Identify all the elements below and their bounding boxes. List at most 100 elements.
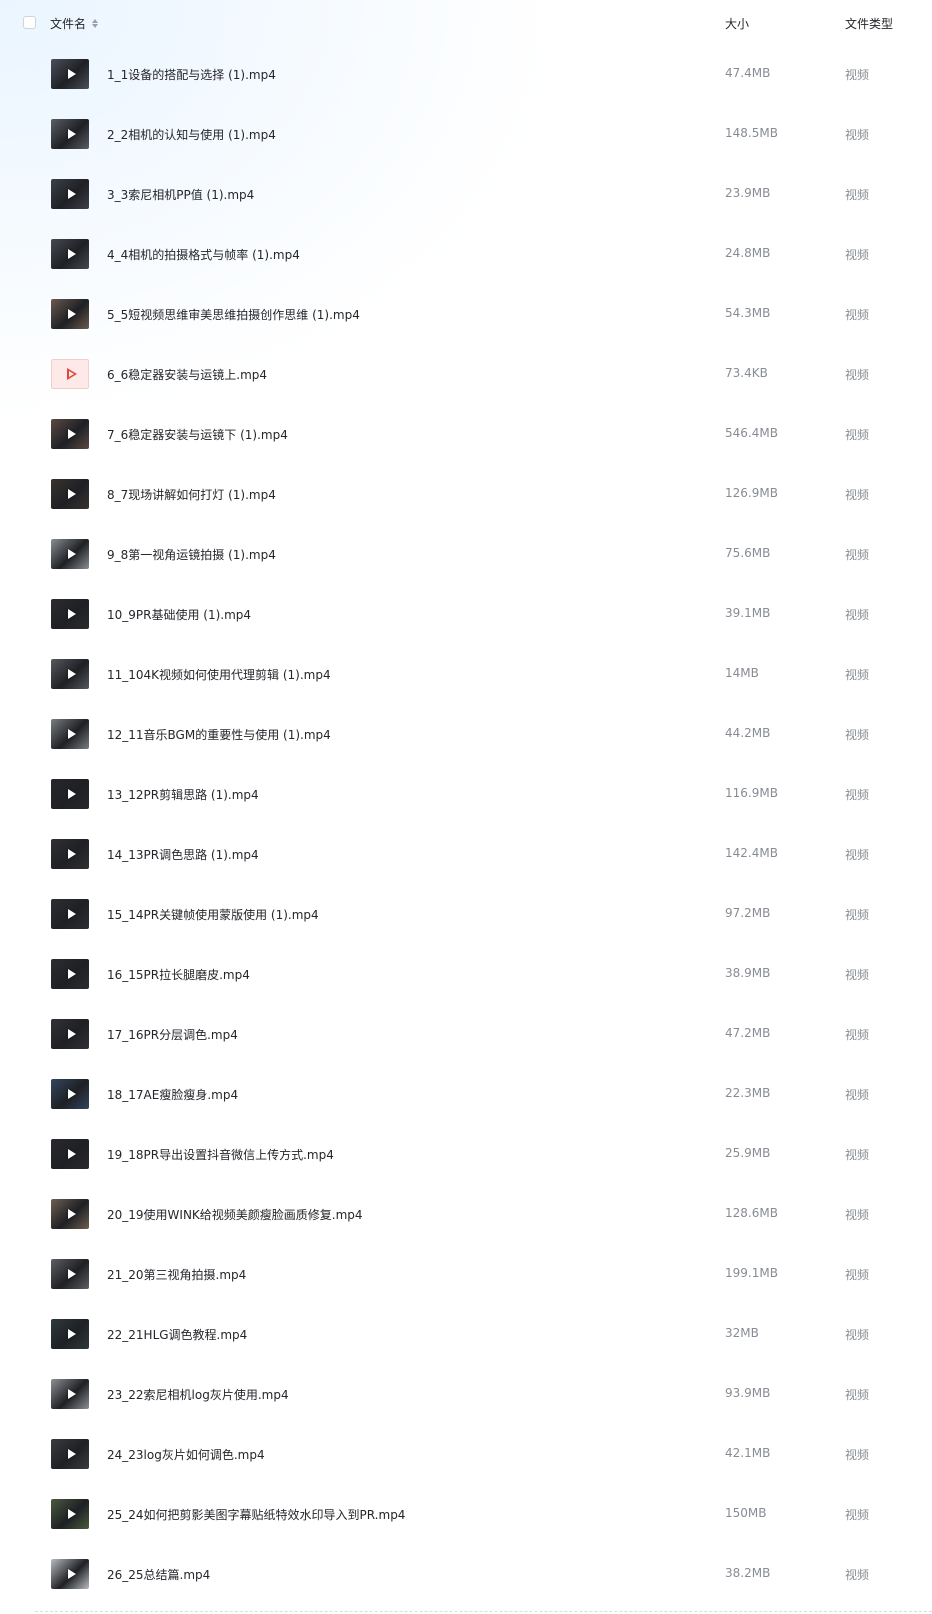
table-row[interactable]: 15_14PR关键帧使用蒙版使用 (1).mp4 97.2MB 视频 bbox=[0, 886, 932, 946]
file-name[interactable]: 11_104K视频如何使用代理剪辑 (1).mp4 bbox=[107, 666, 331, 683]
file-name[interactable]: 13_12PR剪辑思路 (1).mp4 bbox=[107, 786, 259, 803]
table-row[interactable]: 22_21HLG调色教程.mp4 32MB 视频 bbox=[0, 1306, 932, 1366]
video-thumbnail[interactable] bbox=[51, 719, 89, 749]
video-thumbnail[interactable] bbox=[51, 1319, 89, 1349]
file-name[interactable]: 25_24如何把剪影美图字幕贴纸特效水印导入到PR.mp4 bbox=[107, 1506, 405, 1523]
video-thumbnail[interactable] bbox=[51, 1379, 89, 1409]
column-header-name-label: 文件名 bbox=[50, 17, 87, 31]
video-thumbnail[interactable] bbox=[51, 839, 89, 869]
video-thumbnail[interactable] bbox=[51, 1139, 89, 1169]
table-row[interactable]: 5_5短视频思维审美思维拍摄创作思维 (1).mp4 54.3MB 视频 bbox=[0, 286, 932, 346]
play-icon bbox=[67, 489, 76, 499]
file-name[interactable]: 26_25总结篇.mp4 bbox=[107, 1566, 210, 1583]
table-row[interactable]: 10_9PR基础使用 (1).mp4 39.1MB 视频 bbox=[0, 586, 932, 646]
video-thumbnail[interactable] bbox=[51, 479, 89, 509]
table-row[interactable]: 2_2相机的认知与使用 (1).mp4 148.5MB 视频 bbox=[0, 106, 932, 166]
table-row[interactable]: 12_11音乐BGM的重要性与使用 (1).mp4 44.2MB 视频 bbox=[0, 706, 932, 766]
table-row[interactable]: 21_20第三视角拍摄.mp4 199.1MB 视频 bbox=[0, 1246, 932, 1306]
table-row[interactable]: 26_25总结篇.mp4 38.2MB 视频 bbox=[0, 1546, 932, 1606]
file-name[interactable]: 2_2相机的认知与使用 (1).mp4 bbox=[107, 126, 276, 143]
file-name[interactable]: 15_14PR关键帧使用蒙版使用 (1).mp4 bbox=[107, 906, 319, 923]
video-thumbnail[interactable] bbox=[51, 239, 89, 269]
column-header-size[interactable]: 大小 bbox=[725, 15, 749, 32]
file-name[interactable]: 6_6稳定器安装与运镜上.mp4 bbox=[107, 366, 267, 383]
video-thumbnail[interactable] bbox=[51, 179, 89, 209]
table-row[interactable]: 13_12PR剪辑思路 (1).mp4 116.9MB 视频 bbox=[0, 766, 932, 826]
table-row[interactable]: 18_17AE瘦脸瘦身.mp4 22.3MB 视频 bbox=[0, 1066, 932, 1126]
file-type: 视频 bbox=[845, 608, 870, 622]
file-size: 126.9MB bbox=[725, 486, 778, 500]
video-thumbnail[interactable] bbox=[51, 1499, 89, 1529]
table-row[interactable]: 3_3索尼相机PP值 (1).mp4 23.9MB 视频 bbox=[0, 166, 932, 226]
video-file-icon[interactable] bbox=[51, 359, 89, 389]
file-name[interactable]: 12_11音乐BGM的重要性与使用 (1).mp4 bbox=[107, 726, 331, 743]
file-name[interactable]: 20_19使用WINK给视频美颜瘦脸画质修复.mp4 bbox=[107, 1206, 363, 1223]
video-thumbnail[interactable] bbox=[51, 539, 89, 569]
table-row[interactable]: 9_8第一视角运镜拍摄 (1).mp4 75.6MB 视频 bbox=[0, 526, 932, 586]
video-thumbnail[interactable] bbox=[51, 419, 89, 449]
video-thumbnail[interactable] bbox=[51, 1559, 89, 1589]
file-name[interactable]: 5_5短视频思维审美思维拍摄创作思维 (1).mp4 bbox=[107, 306, 360, 323]
file-name[interactable]: 14_13PR调色思路 (1).mp4 bbox=[107, 846, 259, 863]
file-size: 14MB bbox=[725, 666, 759, 680]
video-thumbnail[interactable] bbox=[51, 59, 89, 89]
sort-icon[interactable] bbox=[92, 19, 99, 28]
file-name[interactable]: 7_6稳定器安装与运镜下 (1).mp4 bbox=[107, 426, 288, 443]
file-name[interactable]: 17_16PR分层调色.mp4 bbox=[107, 1026, 238, 1043]
file-size: 73.4KB bbox=[725, 366, 768, 380]
select-all-checkbox[interactable] bbox=[23, 16, 36, 29]
file-name[interactable]: 3_3索尼相机PP值 (1).mp4 bbox=[107, 186, 254, 203]
video-thumbnail[interactable] bbox=[51, 1079, 89, 1109]
file-name[interactable]: 19_18PR导出设置抖音微信上传方式.mp4 bbox=[107, 1146, 334, 1163]
video-thumbnail[interactable] bbox=[51, 1439, 89, 1469]
table-row[interactable]: 4_4相机的拍摄格式与帧率 (1).mp4 24.8MB 视频 bbox=[0, 226, 932, 286]
file-name[interactable]: 23_22索尼相机log灰片使用.mp4 bbox=[107, 1386, 289, 1403]
file-size: 148.5MB bbox=[725, 126, 778, 140]
file-name[interactable]: 8_7现场讲解如何打灯 (1).mp4 bbox=[107, 486, 276, 503]
file-name[interactable]: 1_1设备的搭配与选择 (1).mp4 bbox=[107, 66, 276, 83]
file-name[interactable]: 21_20第三视角拍摄.mp4 bbox=[107, 1266, 246, 1283]
play-icon bbox=[67, 249, 76, 259]
play-icon bbox=[67, 969, 76, 979]
table-row[interactable]: 6_6稳定器安装与运镜上.mp4 73.4KB 视频 bbox=[0, 346, 932, 406]
column-header-name[interactable]: 文件名 bbox=[50, 15, 99, 32]
table-row[interactable]: 19_18PR导出设置抖音微信上传方式.mp4 25.9MB 视频 bbox=[0, 1126, 932, 1186]
file-type: 视频 bbox=[845, 1568, 870, 1582]
table-row[interactable]: 24_23log灰片如何调色.mp4 42.1MB 视频 bbox=[0, 1426, 932, 1486]
table-row[interactable]: 16_15PR拉长腿磨皮.mp4 38.9MB 视频 bbox=[0, 946, 932, 1006]
file-name[interactable]: 24_23log灰片如何调色.mp4 bbox=[107, 1446, 265, 1463]
table-row[interactable]: 17_16PR分层调色.mp4 47.2MB 视频 bbox=[0, 1006, 932, 1066]
video-thumbnail[interactable] bbox=[51, 1259, 89, 1289]
table-row[interactable]: 8_7现场讲解如何打灯 (1).mp4 126.9MB 视频 bbox=[0, 466, 932, 526]
file-name[interactable]: 16_15PR拉长腿磨皮.mp4 bbox=[107, 966, 250, 983]
video-thumbnail[interactable] bbox=[51, 1199, 89, 1229]
video-thumbnail[interactable] bbox=[51, 779, 89, 809]
file-name[interactable]: 10_9PR基础使用 (1).mp4 bbox=[107, 606, 251, 623]
video-thumbnail[interactable] bbox=[51, 959, 89, 989]
table-row[interactable]: 25_24如何把剪影美图字幕贴纸特效水印导入到PR.mp4 150MB 视频 bbox=[0, 1486, 932, 1546]
video-thumbnail[interactable] bbox=[51, 899, 89, 929]
file-name[interactable]: 18_17AE瘦脸瘦身.mp4 bbox=[107, 1086, 238, 1103]
table-row[interactable]: 1_1设备的搭配与选择 (1).mp4 47.4MB 视频 bbox=[0, 46, 932, 106]
file-name[interactable]: 4_4相机的拍摄格式与帧率 (1).mp4 bbox=[107, 246, 300, 263]
file-size: 142.4MB bbox=[725, 846, 778, 860]
video-thumbnail[interactable] bbox=[51, 599, 89, 629]
video-thumbnail[interactable] bbox=[51, 659, 89, 689]
play-icon bbox=[67, 1089, 76, 1099]
video-thumbnail[interactable] bbox=[51, 119, 89, 149]
column-header-type[interactable]: 文件类型 bbox=[845, 15, 893, 32]
table-row[interactable]: 23_22索尼相机log灰片使用.mp4 93.9MB 视频 bbox=[0, 1366, 932, 1426]
file-type: 视频 bbox=[845, 908, 870, 922]
file-name[interactable]: 9_8第一视角运镜拍摄 (1).mp4 bbox=[107, 546, 276, 563]
file-size: 93.9MB bbox=[725, 1386, 771, 1400]
file-type: 视频 bbox=[845, 728, 870, 742]
video-thumbnail[interactable] bbox=[51, 1019, 89, 1049]
video-thumbnail[interactable] bbox=[51, 299, 89, 329]
file-type: 视频 bbox=[845, 488, 870, 502]
bottom-divider bbox=[35, 1611, 932, 1612]
table-row[interactable]: 14_13PR调色思路 (1).mp4 142.4MB 视频 bbox=[0, 826, 932, 886]
file-name[interactable]: 22_21HLG调色教程.mp4 bbox=[107, 1326, 247, 1343]
table-row[interactable]: 11_104K视频如何使用代理剪辑 (1).mp4 14MB 视频 bbox=[0, 646, 932, 706]
table-row[interactable]: 7_6稳定器安装与运镜下 (1).mp4 546.4MB 视频 bbox=[0, 406, 932, 466]
table-row[interactable]: 20_19使用WINK给视频美颜瘦脸画质修复.mp4 128.6MB 视频 bbox=[0, 1186, 932, 1246]
